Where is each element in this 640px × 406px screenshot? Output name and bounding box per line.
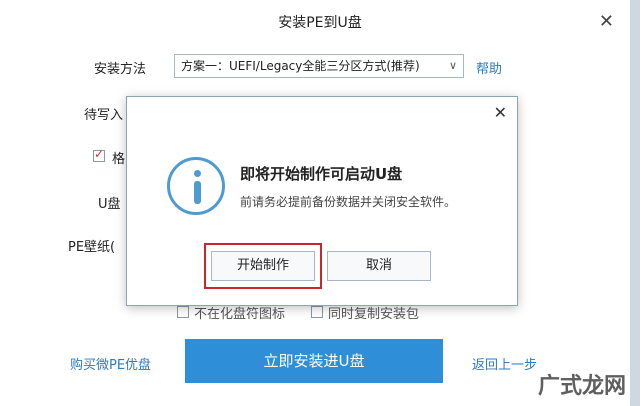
wallpaper-label: PE壁纸( (68, 240, 116, 255)
cancel-button[interactable]: 取消 (327, 251, 431, 281)
info-icon-bar (194, 181, 201, 204)
start-button[interactable]: 开始制作 (211, 251, 315, 281)
window-title: 安装PE到U盘 (278, 15, 362, 31)
method-select[interactable]: 方案一：UEFI/Legacy全能三分区方式(推荐) ∨ (174, 54, 464, 78)
window-close-icon[interactable]: ✕ (599, 12, 614, 32)
format-label: 格 (112, 152, 126, 167)
dialog-close-icon[interactable]: ✕ (494, 103, 507, 122)
write-target-label: 待写入 (84, 108, 124, 123)
copy-package-checkbox[interactable] (311, 306, 323, 318)
format-checkbox[interactable] (93, 147, 105, 162)
no-format-icon-checkbox[interactable] (177, 306, 189, 318)
chevron-down-icon: ∨ (448, 59, 457, 72)
install-to-usb-button[interactable]: 立即安装进U盘 (185, 339, 443, 383)
window-scrollbar[interactable] (630, 0, 640, 406)
back-link[interactable]: 返回上一步 (472, 354, 537, 373)
method-label: 安装方法 (94, 62, 147, 77)
help-link[interactable]: 帮助 (476, 58, 502, 77)
watermark: 广式龙网 (537, 374, 626, 399)
dialog-title: 即将开始制作可启动U盘 (240, 165, 403, 183)
method-select-value: 方案一：UEFI/Legacy全能三分区方式(推荐) (181, 59, 420, 73)
buy-usb-link[interactable]: 购买微PE优盘 (70, 354, 151, 373)
info-icon-dot (194, 170, 201, 177)
dialog-subtitle: 前请务必提前备份数据并关闭安全软件。 (240, 195, 457, 209)
udisk-label: U盘 (98, 197, 121, 212)
info-icon (167, 157, 225, 215)
confirm-dialog: ✕ 即将开始制作可启动U盘 前请务必提前备份数据并关闭安全软件。 开始制作 取消 (126, 96, 518, 306)
